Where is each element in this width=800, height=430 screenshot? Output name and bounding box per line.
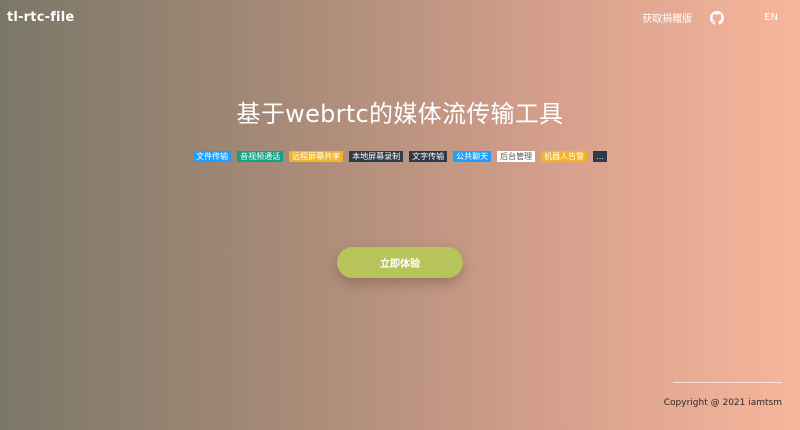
try-now-button[interactable]: 立即体验 [337, 247, 463, 278]
copyright-text: Copyright @ 2021 iamtsm [663, 398, 782, 408]
tag-admin[interactable]: 后台管理 [497, 151, 536, 162]
page-title: 基于webrtc的媒体流传输工具 [236, 100, 564, 128]
feature-tags: 文件传输 音视频通话 远程屏幕共享 本地屏幕录制 文字传输 公共聊天 后台管理 … [0, 151, 800, 162]
footer-divider [673, 382, 782, 383]
tag-remote-screen-share[interactable]: 远程屏幕共享 [289, 151, 344, 162]
tag-av-call[interactable]: 音视频通话 [237, 151, 284, 162]
tag-text-transfer[interactable]: 文字传输 [409, 151, 448, 162]
tag-bot-alert[interactable]: 机器人告警 [541, 151, 588, 162]
tag-public-chat[interactable]: 公共聊天 [453, 151, 492, 162]
app-logo[interactable]: tl-rtc-file [7, 10, 74, 25]
header-nav: 获取捐赠版 EN [642, 10, 778, 25]
tag-local-screen-record[interactable]: 本地屏幕录制 [349, 151, 404, 162]
tag-more[interactable]: ... [593, 151, 607, 162]
tag-file-transfer[interactable]: 文件传输 [193, 151, 232, 162]
language-toggle[interactable]: EN [764, 12, 778, 23]
github-icon[interactable] [710, 10, 725, 25]
donation-version-link[interactable]: 获取捐赠版 [642, 10, 692, 25]
